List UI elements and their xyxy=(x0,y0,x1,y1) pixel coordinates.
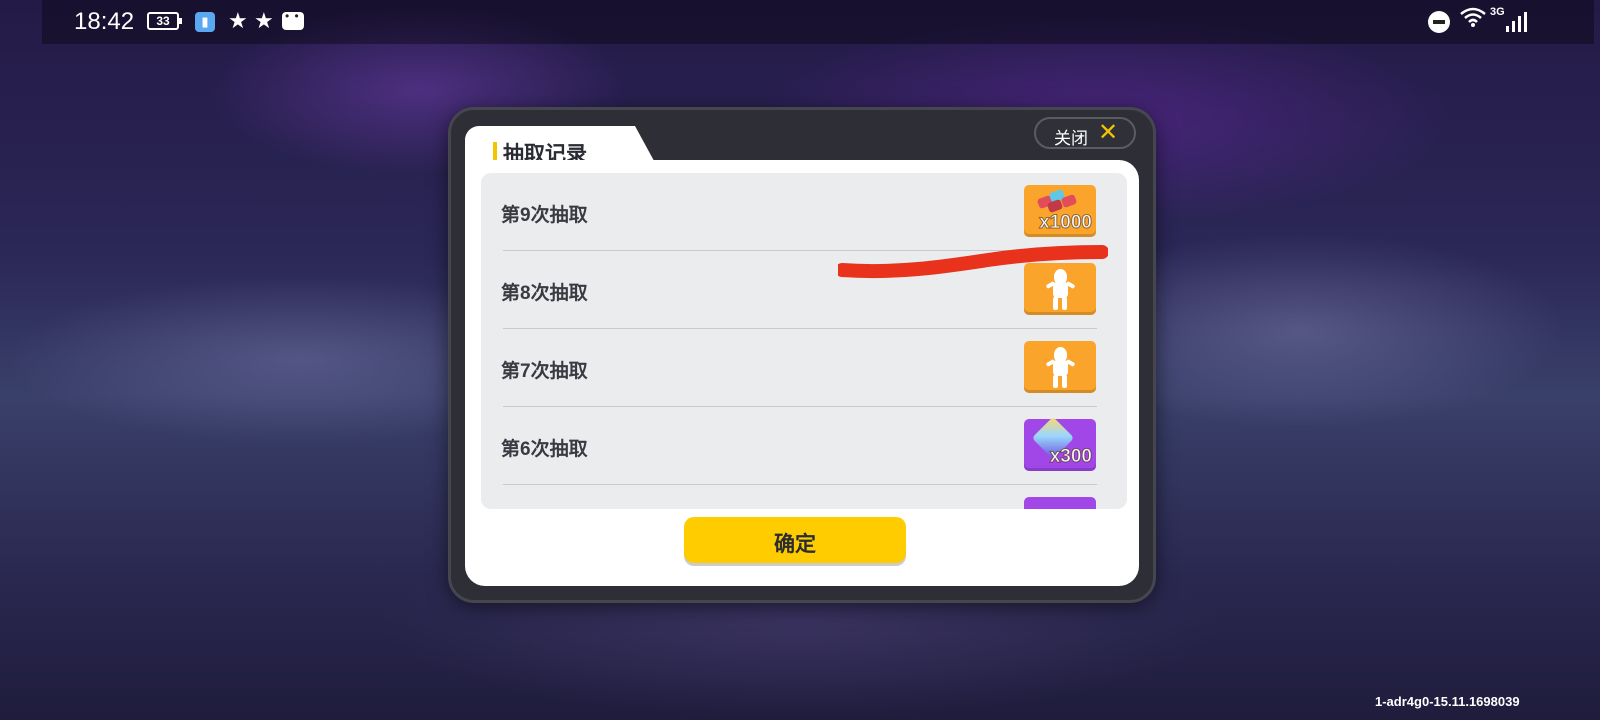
record-label: 第7次抽取 xyxy=(501,361,588,382)
record-label: 第8次抽取 xyxy=(501,283,588,304)
reward-item[interactable] xyxy=(1024,341,1096,393)
list-item xyxy=(481,485,1127,509)
reward-item[interactable]: x1000 xyxy=(1024,185,1096,237)
close-button[interactable]: 关闭 ✕ xyxy=(1034,117,1136,149)
wifi-icon xyxy=(1460,6,1486,34)
do-not-disturb-icon xyxy=(1428,11,1450,33)
draw-record-dialog: 抽取记录 关闭 ✕ 第9次抽取 x1000 第8次抽取 第7次抽取 第6次抽取 … xyxy=(448,107,1156,603)
status-bar: 18:42 33 ▮ ★ ★ 3G xyxy=(42,0,1594,44)
tab-accent-bar xyxy=(493,142,497,162)
confirm-button-label: 确定 xyxy=(774,533,816,556)
reward-item[interactable]: x300 xyxy=(1024,416,1096,471)
record-label: 第6次抽取 xyxy=(501,439,588,460)
character-icon xyxy=(1045,347,1076,389)
close-button-label: 关闭 xyxy=(1054,129,1088,148)
dialog-body: 第9次抽取 x1000 第8次抽取 第7次抽取 第6次抽取 x300 确定 xyxy=(465,160,1139,586)
star-icon: ★ xyxy=(254,8,274,33)
chat-icon xyxy=(282,9,304,30)
list-item: 第7次抽取 xyxy=(481,329,1127,407)
confirm-button[interactable]: 确定 xyxy=(684,517,906,563)
star-icon: ★ xyxy=(228,8,248,33)
gems-icon xyxy=(1036,188,1080,214)
close-icon: ✕ xyxy=(1098,119,1119,146)
signal-icon xyxy=(1506,12,1528,32)
app-shield-icon: ▮ xyxy=(195,12,215,32)
reward-count: x1000 xyxy=(1039,212,1093,234)
record-list[interactable]: 第9次抽取 x1000 第8次抽取 第7次抽取 第6次抽取 x300 xyxy=(481,173,1127,509)
status-time: 18:42 xyxy=(74,8,135,35)
battery-icon: 33 xyxy=(147,12,182,30)
reward-count: x300 xyxy=(1049,446,1092,468)
list-item: 第6次抽取 x300 xyxy=(481,407,1127,485)
list-item: 第9次抽取 x1000 xyxy=(481,173,1127,251)
reward-item[interactable] xyxy=(1024,497,1096,509)
red-annotation-mark xyxy=(838,245,1108,279)
version-text: 1-adr4g0-15.11.1698039 xyxy=(1375,694,1520,709)
record-label: 第9次抽取 xyxy=(501,205,588,226)
network-type: 3G xyxy=(1490,6,1505,18)
